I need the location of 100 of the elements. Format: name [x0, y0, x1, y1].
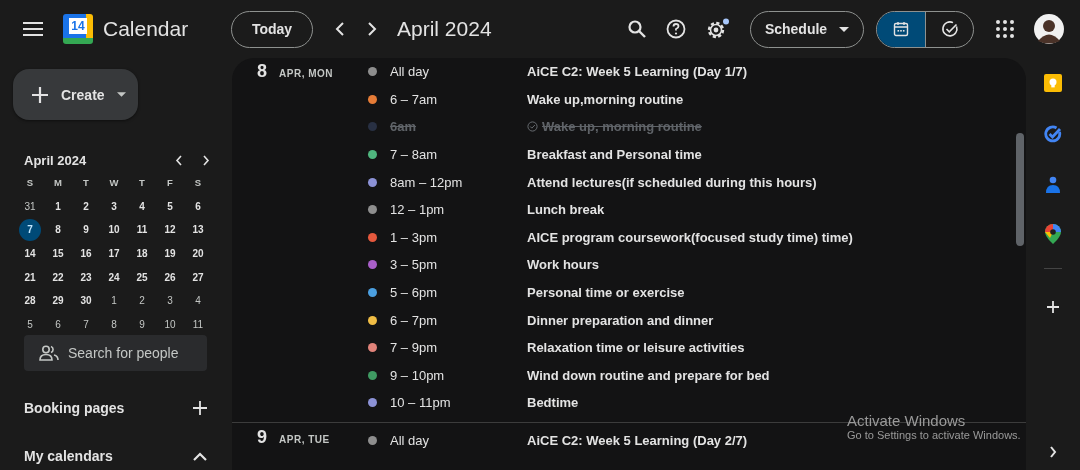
add-icon[interactable]	[1046, 300, 1060, 314]
map-pin-icon[interactable]	[1045, 224, 1061, 244]
menu-icon[interactable]	[23, 22, 43, 36]
check-circle-icon	[940, 20, 959, 38]
calendar-day[interactable]: 11	[187, 313, 209, 336]
person-icon[interactable]	[1045, 176, 1061, 194]
section-heading[interactable]: My calendars	[24, 448, 113, 465]
calendar-day[interactable]: 13	[187, 218, 209, 241]
next-icon[interactable]	[367, 22, 377, 36]
calendar-day[interactable]: 31	[19, 195, 41, 218]
calendar-day[interactable]: 10	[159, 313, 181, 336]
calendar-day[interactable]: 6	[187, 195, 209, 218]
calendar-day[interactable]: 9	[75, 218, 97, 241]
check-circle-icon	[527, 121, 538, 133]
next-month-icon[interactable]	[202, 154, 210, 166]
calendar-day[interactable]: 10	[103, 218, 125, 241]
calendar-day[interactable]: 28	[19, 289, 41, 312]
calendar-day[interactable]: 19	[159, 242, 181, 265]
collapse-icon[interactable]	[193, 451, 207, 461]
event-title[interactable]: Work hours	[527, 257, 599, 273]
event-time: 8am – 12pm	[389, 174, 464, 190]
event-title[interactable]: Dinner preparation and dinner	[527, 312, 714, 328]
calendar-day[interactable]: 21	[19, 266, 41, 289]
event-title[interactable]: AiCE C2: Week 5 Learning (Day 1/7)	[527, 64, 748, 80]
expand-icon[interactable]	[1049, 446, 1057, 458]
period-title: April 2024	[397, 17, 492, 41]
event-time: 5 – 6pm	[389, 285, 438, 301]
event-time: 9 – 10pm	[389, 367, 446, 383]
apps-icon[interactable]	[996, 20, 1014, 38]
calendar-day[interactable]: 14	[19, 242, 41, 265]
calendar-day[interactable]: 3	[159, 289, 181, 312]
calendar-icon	[893, 21, 909, 37]
day-number[interactable]: 8	[257, 61, 267, 82]
event-time: 6 – 7am	[389, 91, 438, 107]
calendar-day[interactable]: 4	[187, 289, 209, 312]
calendar-day[interactable]: 1	[103, 289, 125, 312]
people-search-field[interactable]: Search for people	[24, 335, 207, 372]
previous-month-icon[interactable]	[175, 154, 183, 166]
calendar-day[interactable]: 6	[47, 313, 69, 336]
weekday-label: F	[166, 176, 174, 190]
calendar-day[interactable]: 22	[47, 266, 69, 289]
weekday-label: S	[193, 176, 203, 190]
event-title[interactable]: Relaxation time or leisure activities	[527, 340, 745, 356]
event-time: 3 – 5pm	[389, 257, 438, 273]
create-button[interactable]: Create	[13, 69, 138, 120]
event-title[interactable]: Wake up,morning routine	[527, 91, 684, 107]
calendar-day[interactable]: 3	[103, 195, 125, 218]
calendar-day[interactable]: 5	[19, 313, 41, 336]
calendar-day[interactable]: 7	[19, 218, 41, 241]
event-title[interactable]: Attend lectures(if scheduled during this hours)	[527, 174, 817, 190]
calendar-day[interactable]: 20	[187, 242, 209, 265]
caret-icon	[839, 26, 850, 32]
section-heading[interactable]: Booking pages	[24, 400, 125, 417]
calendar-day[interactable]: 30	[75, 289, 97, 312]
calendar-day[interactable]: 23	[75, 266, 97, 289]
activation-notice-message: Go to Settings to activate Windows.	[847, 429, 1021, 441]
calendar-day[interactable]: 16	[75, 242, 97, 265]
event-time: 10 – 11pm	[389, 395, 452, 411]
settings-icon[interactable]	[706, 18, 730, 40]
event-title[interactable]: AiCE C2: Week 5 Learning (Day 2/7)	[527, 433, 748, 448]
event-title[interactable]: Lunch break	[527, 202, 605, 218]
date-label: APR, TUE	[279, 433, 330, 445]
calendar-day[interactable]: 7	[75, 313, 97, 336]
event-title[interactable]: AICE program coursework(focused study time) time)	[527, 229, 853, 245]
calendar-day[interactable]: 15	[47, 242, 69, 265]
checkmark-icon[interactable]	[1044, 125, 1062, 143]
calendar-day[interactable]: 8	[103, 313, 125, 336]
event-title[interactable]: Breakfast and Personal time	[527, 147, 702, 163]
calendar-day[interactable]: 5	[159, 195, 181, 218]
add-icon[interactable]	[193, 401, 207, 416]
calendar-day[interactable]: 4	[131, 195, 153, 218]
calendar-day[interactable]: 11	[131, 218, 153, 241]
calendar-day[interactable]: 2	[75, 195, 97, 218]
avatar[interactable]	[1034, 14, 1064, 44]
event-time: All day	[389, 433, 431, 448]
calendar-day[interactable]: 17	[103, 242, 125, 265]
day-number[interactable]: 9	[257, 426, 267, 448]
event-title[interactable]: Personal time or exercise	[527, 285, 685, 301]
event-time: 1 – 3pm	[389, 229, 438, 245]
calendar-day[interactable]: 26	[159, 266, 181, 289]
calendar-day[interactable]: 2	[131, 289, 153, 312]
calendar-day[interactable]: 29	[47, 289, 69, 312]
scrollbar[interactable]	[1016, 133, 1024, 246]
calendar-day[interactable]: 25	[131, 266, 153, 289]
calendar-day[interactable]: 8	[47, 218, 69, 241]
previous-icon[interactable]	[335, 22, 345, 36]
calendar-day[interactable]: 9	[131, 313, 153, 336]
weekday-label: T	[82, 176, 90, 190]
calendar-day[interactable]: 27	[187, 266, 209, 289]
weekday-label: T	[138, 176, 146, 190]
event-title[interactable]: Wind down routine and prepare for bed	[527, 367, 770, 383]
help-icon[interactable]	[666, 19, 686, 39]
event-title[interactable]: Bedtime	[527, 395, 579, 411]
calendar-day[interactable]: 24	[103, 266, 125, 289]
search-icon[interactable]	[628, 20, 646, 38]
calendar-day[interactable]: 12	[159, 218, 181, 241]
calendar-day[interactable]: 18	[131, 242, 153, 265]
calendar-view-toggle[interactable]	[877, 11, 925, 47]
calendar-logo: 14	[63, 14, 93, 44]
calendar-day[interactable]: 1	[47, 195, 69, 218]
